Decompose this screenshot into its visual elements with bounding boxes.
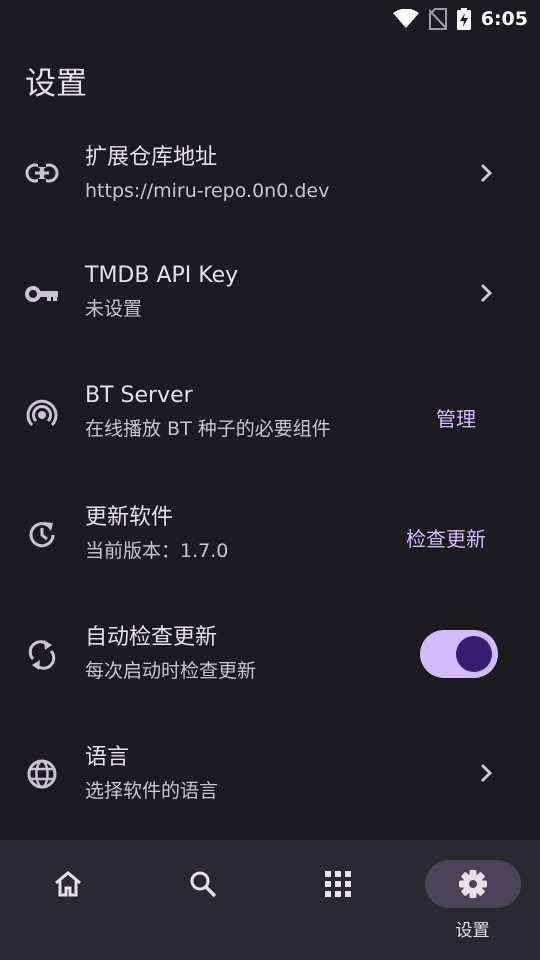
nav-label-settings: 设置 (455, 921, 490, 941)
gear-icon (424, 860, 521, 908)
setting-repo-url[interactable]: 扩展仓库地址 https://miru-repo.0n0.dev (0, 113, 540, 233)
key-icon (24, 276, 60, 312)
chevron-right-icon (474, 761, 498, 785)
setting-title: 更新软件 (85, 505, 174, 530)
nav-settings[interactable]: 设置 (405, 860, 540, 950)
auto-update-toggle[interactable] (420, 630, 498, 678)
check-update-button[interactable]: 检查更新 (394, 515, 498, 560)
wifi-icon (392, 9, 419, 28)
no-sim-icon (428, 8, 447, 30)
manage-button[interactable]: 管理 (424, 395, 488, 440)
setting-title: TMDB API Key (85, 263, 239, 288)
setting-title: 扩展仓库地址 (85, 145, 218, 170)
page-title: 设置 (25, 66, 87, 102)
status-time: 6:05 (480, 8, 528, 30)
chevron-right-icon (474, 161, 498, 185)
setting-subtitle: 在线播放 BT 种子的必要组件 (85, 418, 331, 440)
setting-subtitle: 未设置 (85, 298, 143, 320)
setting-title: BT Server (85, 383, 193, 408)
nav-search[interactable] (135, 860, 270, 950)
setting-bt-server[interactable]: BT Server 在线播放 BT 种子的必要组件 管理 (0, 353, 540, 473)
setting-subtitle: 选择软件的语言 (85, 780, 219, 802)
toggle-thumb (456, 636, 492, 672)
setting-tmdb-api-key[interactable]: TMDB API Key 未设置 (0, 233, 540, 353)
link-icon (24, 155, 60, 191)
update-icon (24, 517, 60, 553)
globe-icon (24, 756, 60, 792)
chevron-right-icon (474, 281, 498, 305)
setting-update-software[interactable]: 更新软件 当前版本：1.7.0 检查更新 (0, 473, 540, 593)
broadcast-icon (24, 397, 60, 433)
bottom-navigation: 设置 (0, 840, 540, 960)
battery-charging-icon (456, 8, 471, 30)
grid-icon (290, 860, 386, 908)
nav-home[interactable] (0, 860, 135, 950)
setting-subtitle: 当前版本：1.7.0 (85, 540, 229, 562)
setting-subtitle: 每次启动时检查更新 (85, 660, 257, 682)
sync-icon (24, 637, 60, 673)
setting-subtitle: https://miru-repo.0n0.dev (85, 180, 330, 202)
status-bar: 6:05 (0, 0, 540, 38)
setting-auto-check-update[interactable]: 自动检查更新 每次启动时检查更新 (0, 593, 540, 713)
home-icon (20, 860, 116, 908)
setting-title: 语言 (85, 745, 130, 770)
setting-title: 自动检查更新 (85, 625, 218, 650)
setting-language[interactable]: 语言 选择软件的语言 (0, 713, 540, 833)
nav-extensions[interactable] (270, 860, 405, 950)
search-icon (155, 860, 251, 908)
